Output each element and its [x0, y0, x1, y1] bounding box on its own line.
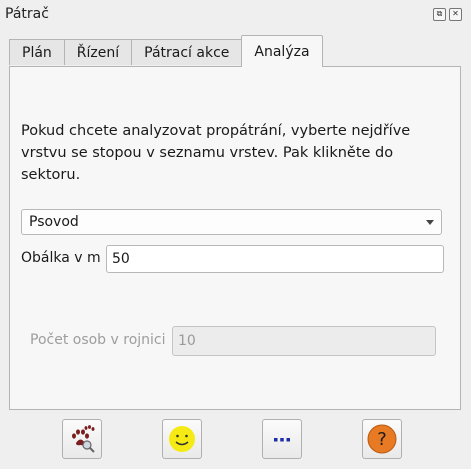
persons-label: Počet osob v rojnici	[30, 332, 166, 348]
layer-select-value: Psovod	[29, 214, 79, 230]
window-title: Pátrač	[5, 6, 49, 22]
help-button[interactable]: ?	[362, 419, 402, 459]
analysis-panel: Pokud chcete analyzovat propátrání, vybe…	[9, 66, 461, 410]
close-icon[interactable]: ✕	[449, 8, 462, 21]
smiley-button[interactable]	[162, 419, 202, 459]
ellipsis-icon	[274, 438, 290, 442]
tab-bar: Plán Řízení Pátrací akce Analýza	[9, 35, 323, 67]
tab-analyza[interactable]: Analýza	[241, 35, 323, 67]
chevron-down-icon	[426, 220, 434, 225]
help-icon: ?	[367, 424, 397, 454]
smiley-icon	[169, 426, 195, 452]
paw-search-button[interactable]	[62, 419, 102, 459]
persons-input: 10	[172, 326, 436, 356]
tab-rizeni[interactable]: Řízení	[63, 39, 133, 65]
help-glyph: ?	[377, 429, 387, 450]
paw-search-icon	[72, 425, 95, 453]
layer-select[interactable]: Psovod	[21, 209, 442, 235]
analysis-description: Pokud chcete analyzovat propátrání, vybe…	[21, 123, 411, 183]
tab-plan[interactable]: Plán	[9, 39, 65, 65]
more-button[interactable]	[262, 419, 302, 459]
window-controls: ⧉ ✕	[433, 8, 462, 21]
tab-patraci-akce[interactable]: Pátrací akce	[131, 39, 243, 65]
envelope-label: Obálka v m	[21, 250, 101, 266]
float-icon[interactable]: ⧉	[433, 8, 446, 21]
envelope-input[interactable]: 50	[106, 245, 444, 273]
